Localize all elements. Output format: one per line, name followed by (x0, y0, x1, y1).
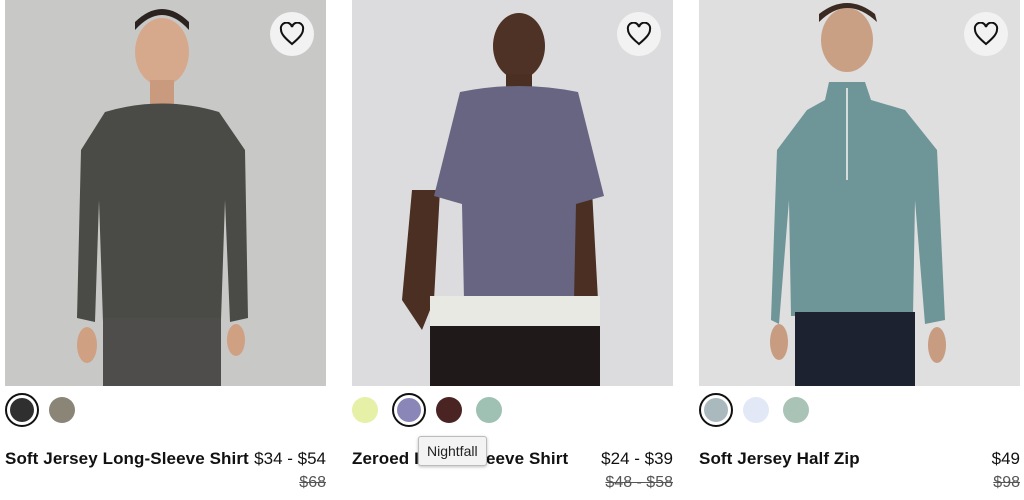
color-swatches (699, 392, 823, 428)
product-image[interactable] (5, 0, 326, 386)
product-image[interactable] (352, 0, 673, 386)
product-image[interactable] (699, 0, 1020, 386)
product-price: $49 (991, 449, 1020, 468)
swatch-light-blue[interactable] (743, 397, 769, 423)
original-price: $48 - $58 (605, 474, 673, 491)
swatch-maroon[interactable] (436, 397, 462, 423)
product-card[interactable]: Zeroed I eeve Shirt $24 - $39 $48 - $58 (352, 0, 673, 500)
swatch-tooltip: Nightfall (418, 436, 487, 466)
heart-outline-icon (626, 22, 652, 46)
product-name[interactable]: Soft Jersey Long-Sleeve Shirt (5, 449, 249, 469)
product-name[interactable]: Soft Jersey Half Zip (699, 449, 860, 469)
swatch-sage[interactable] (783, 397, 809, 423)
favorite-button[interactable] (964, 12, 1008, 56)
color-swatches (5, 392, 89, 428)
product-name-end: eeve Shirt (485, 449, 569, 468)
swatch-nightfall[interactable] (392, 393, 426, 427)
favorite-button[interactable] (270, 12, 314, 56)
heart-outline-icon (279, 22, 305, 46)
product-card[interactable]: Soft Jersey Long-Sleeve Shirt $34 - $54 … (5, 0, 326, 500)
model-short-sleeve-photo (352, 0, 673, 386)
heart-outline-icon (973, 22, 999, 46)
favorite-button[interactable] (617, 12, 661, 56)
product-name-start: Zeroed I (352, 449, 419, 468)
product-card[interactable]: Soft Jersey Half Zip $49 $98 (699, 0, 1020, 500)
model-half-zip-photo (699, 0, 1020, 386)
color-swatches (352, 392, 516, 428)
swatch-lime[interactable] (352, 397, 378, 423)
product-price: $24 - $39 (601, 449, 673, 468)
model-long-sleeve-photo (5, 0, 326, 386)
swatch-tan-heather[interactable] (49, 397, 75, 423)
original-price: $98 (993, 474, 1020, 491)
swatch-grey-teal[interactable] (699, 393, 733, 427)
swatch-sage[interactable] (476, 397, 502, 423)
product-price: $34 - $54 (254, 449, 326, 468)
swatch-dark-heather[interactable] (5, 393, 39, 427)
original-price: $68 (299, 474, 326, 491)
